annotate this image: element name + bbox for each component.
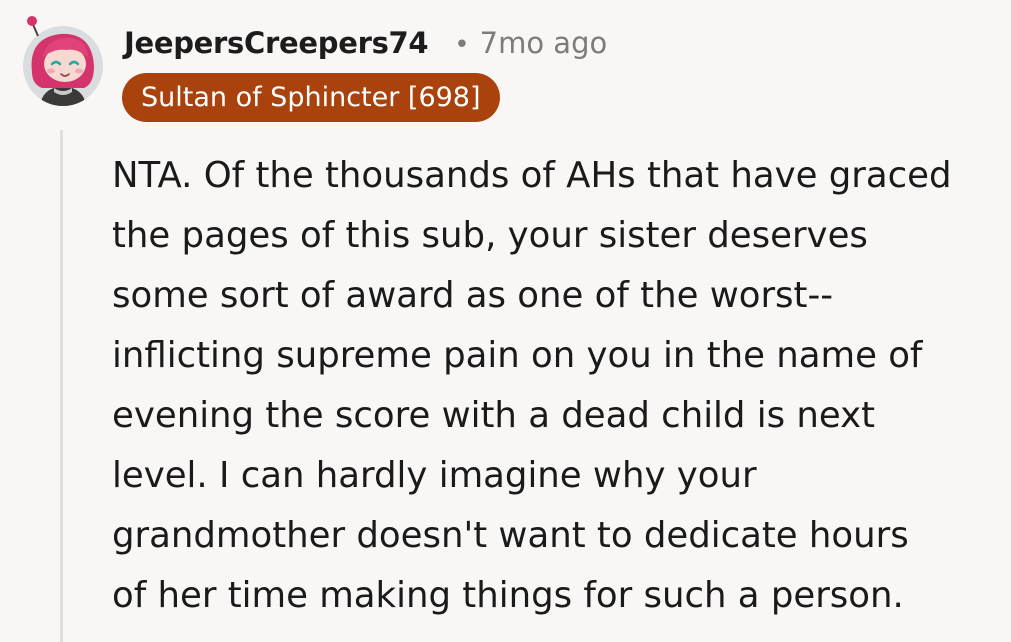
user-flair-badge: Sultan of Sphincter [698] bbox=[122, 73, 500, 122]
comment-header: JeepersCreepers74 • 7mo ago bbox=[124, 26, 607, 60]
username-link[interactable]: JeepersCreepers74 bbox=[124, 26, 429, 60]
comment-line: some sort of award as one of the worst-- bbox=[112, 275, 834, 316]
comment-body: NTA. Of the thousands of AHs that have g… bbox=[112, 146, 1002, 626]
user-avatar[interactable] bbox=[18, 14, 108, 106]
comment-line: inflicting supreme pain on you in the na… bbox=[112, 335, 923, 376]
timestamp-link[interactable]: 7mo ago bbox=[480, 26, 608, 60]
separator-dot: • bbox=[454, 30, 470, 60]
comment-line: grandmother doesn't want to dedicate hou… bbox=[112, 515, 909, 556]
snoo-avatar-icon bbox=[23, 16, 103, 106]
comment-line: of her time making things for such a per… bbox=[112, 575, 904, 616]
comment-line: the pages of this sub, your sister deser… bbox=[112, 215, 868, 256]
comment-line: NTA. Of the thousands of AHs that have g… bbox=[112, 155, 952, 196]
comment-line: level. I can hardly imagine why your bbox=[112, 455, 757, 496]
thread-collapse-line[interactable] bbox=[60, 130, 63, 642]
comment-line: evening the score with a dead child is n… bbox=[112, 395, 876, 436]
